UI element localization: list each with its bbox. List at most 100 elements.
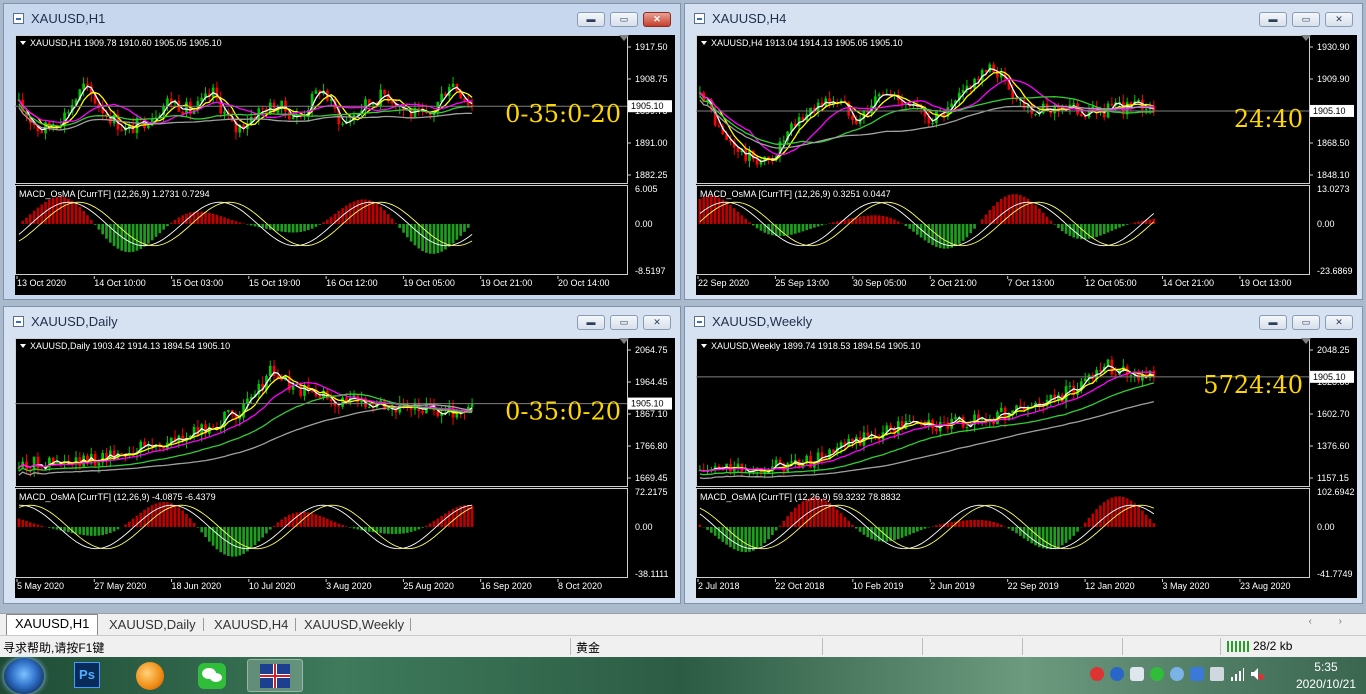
minimize-button[interactable]: ▬ [577,12,605,27]
maximize-button[interactable]: ▭ [1292,315,1320,330]
browser-taskbar-button[interactable] [123,659,179,692]
macd-histogram-bar [824,500,828,527]
minimize-button[interactable]: ▬ [1259,12,1287,27]
wechat-tray-icon[interactable] [1150,667,1164,681]
candle-body [908,420,912,422]
volume-muted-icon[interactable] [1250,667,1264,681]
candle-body [211,426,215,428]
candle-body [755,159,759,165]
macd-histogram-bar [1072,526,1076,536]
close-button[interactable]: ✕ [643,315,671,330]
photoshop-taskbar-button[interactable]: Ps [60,659,116,692]
macd-histogram-bar [935,525,938,527]
tab-xauusd-h4[interactable]: XAUUSD,H4 [206,616,296,634]
macd-histogram-bar [173,219,177,224]
candle-body [877,94,881,97]
macd-histogram-bar [751,223,755,226]
close-button[interactable]: ✕ [1325,12,1353,27]
status-help-text: 寻求帮助,请按F1键 [3,641,105,655]
macd-histogram-bar [1102,502,1106,527]
chart-window-daily[interactable]: XAUUSD,Daily ▬ ▭ ✕ XAUUSD,Daily 1903.42 … [3,306,681,604]
cloud-icon[interactable] [1170,667,1184,681]
macd-histogram-bar [166,223,169,227]
current-price-label: 1905.10 [631,101,664,111]
macd-histogram-bar [759,526,763,547]
macd-histogram-bar [48,199,51,224]
maximize-button[interactable]: ▭ [1292,12,1320,27]
minimize-button[interactable]: ▬ [1259,315,1287,330]
taskbar-clock[interactable]: 5:35 2020/10/21 [1296,659,1356,693]
help-icon[interactable] [1110,667,1124,681]
close-button[interactable]: ✕ [1325,315,1353,330]
antivirus-icon[interactable] [1090,667,1104,681]
window-titlebar[interactable]: XAUUSD,H1 ▬ ▭ ✕ [4,4,680,30]
macd-histogram-bar [912,526,915,534]
macd-histogram-bar [835,509,839,527]
chart-canvas[interactable]: XAUUSD,H4 1913.04 1914.13 1905.05 1905.1… [696,35,1357,295]
status-traffic: 28/2 kb [1253,639,1293,653]
indicator-tick-label: 0.00 [1317,522,1335,532]
chart-canvas[interactable]: XAUUSD,Daily 1903.42 1914.13 1894.54 190… [15,338,675,598]
macd-histogram-bar [828,223,831,224]
macd-histogram-bar [1057,223,1060,228]
chart-canvas[interactable]: XAUUSD,H1 1909.78 1910.60 1905.05 1905.1… [15,35,675,295]
macd-histogram-bar [204,526,207,538]
terminal-taskbar-button[interactable] [247,659,303,692]
macd-histogram-bar [230,526,234,557]
macd-histogram-bar [1114,496,1118,527]
date-tick-label: 7 Oct 13:00 [1008,278,1055,288]
macd-histogram-bar [348,203,352,224]
macd-histogram-bar [969,223,973,234]
macd-histogram-bar [801,223,805,232]
window-titlebar[interactable]: XAUUSD,H4 ▬ ▭ ✕ [685,4,1362,30]
window-titlebar[interactable]: XAUUSD,Daily ▬ ▭ ✕ [4,307,680,333]
shield-icon[interactable] [1190,667,1204,681]
network-signal-icon[interactable] [1230,667,1244,681]
macd-histogram-bar [219,526,223,553]
candle-body [451,83,455,88]
macd-histogram-bar [82,210,85,224]
macd-histogram-bar [287,514,291,527]
macd-histogram-bar [131,518,135,527]
keyboard-icon[interactable] [1130,667,1144,681]
macd-histogram-bar [101,526,105,536]
date-tick-label: 3 Aug 2020 [326,581,372,591]
wechat-taskbar-button[interactable] [185,659,241,692]
windows-start-icon[interactable] [4,658,44,694]
candle-body [717,125,721,127]
candle-body [984,69,988,72]
close-button[interactable]: ✕ [643,12,671,27]
price-tick-label: 1909.90 [1317,74,1350,84]
chart-window-h1[interactable]: XAUUSD,H1 ▬ ▭ ✕ XAUUSD,H1 1909.78 1910.6… [3,3,681,300]
tab-xauusd-weekly[interactable]: XAUUSD,Weekly [296,616,412,634]
chart-canvas[interactable]: XAUUSD,Weekly 1899.74 1918.53 1894.54 19… [696,338,1357,598]
tab-xauusd-h1[interactable]: XAUUSD,H1 [6,614,99,635]
macd-histogram-bar [729,204,732,224]
macd-histogram-bar [177,507,181,527]
tab-scroll-arrows[interactable]: ‹ › [1309,616,1354,627]
chart-tab-bar: XAUUSD,H1 XAUUSD,Daily XAUUSD,H4 XAUUSD,… [0,613,1366,635]
tab-xauusd-daily[interactable]: XAUUSD,Daily [101,616,204,634]
countdown-overlay-text: 24:40 [1234,105,1303,133]
macd-histogram-bar [713,526,717,536]
chart-window-icon [13,316,24,327]
chart-window-h4[interactable]: XAUUSD,H4 ▬ ▭ ✕ XAUUSD,H4 1913.04 1914.1… [684,3,1363,300]
device-icon[interactable] [1210,667,1224,681]
macd-histogram-bar [843,517,847,527]
price-tick-label: 1930.90 [1317,42,1350,52]
maximize-button[interactable]: ▭ [610,12,638,27]
status-profile[interactable]: 黄金 [576,639,600,656]
maximize-button[interactable]: ▭ [610,315,638,330]
macd-histogram-bar [265,526,268,534]
candle-body [1018,405,1022,408]
candle-body [120,453,124,455]
main-pane-border [696,35,1310,184]
minimize-button[interactable]: ▬ [577,315,605,330]
candle-body [1099,370,1102,372]
chart-window-weekly[interactable]: XAUUSD,Weekly ▬ ▭ ✕ XAUUSD,Weekly 1899.7… [684,306,1363,604]
countdown-overlay-text: 5724:40 [1203,371,1303,399]
macd-histogram-bar [1121,223,1125,227]
current-price-label: 1905.10 [1313,372,1346,382]
date-tick-label: 13 Oct 2020 [17,278,66,288]
window-titlebar[interactable]: XAUUSD,Weekly ▬ ▭ ✕ [685,307,1362,333]
